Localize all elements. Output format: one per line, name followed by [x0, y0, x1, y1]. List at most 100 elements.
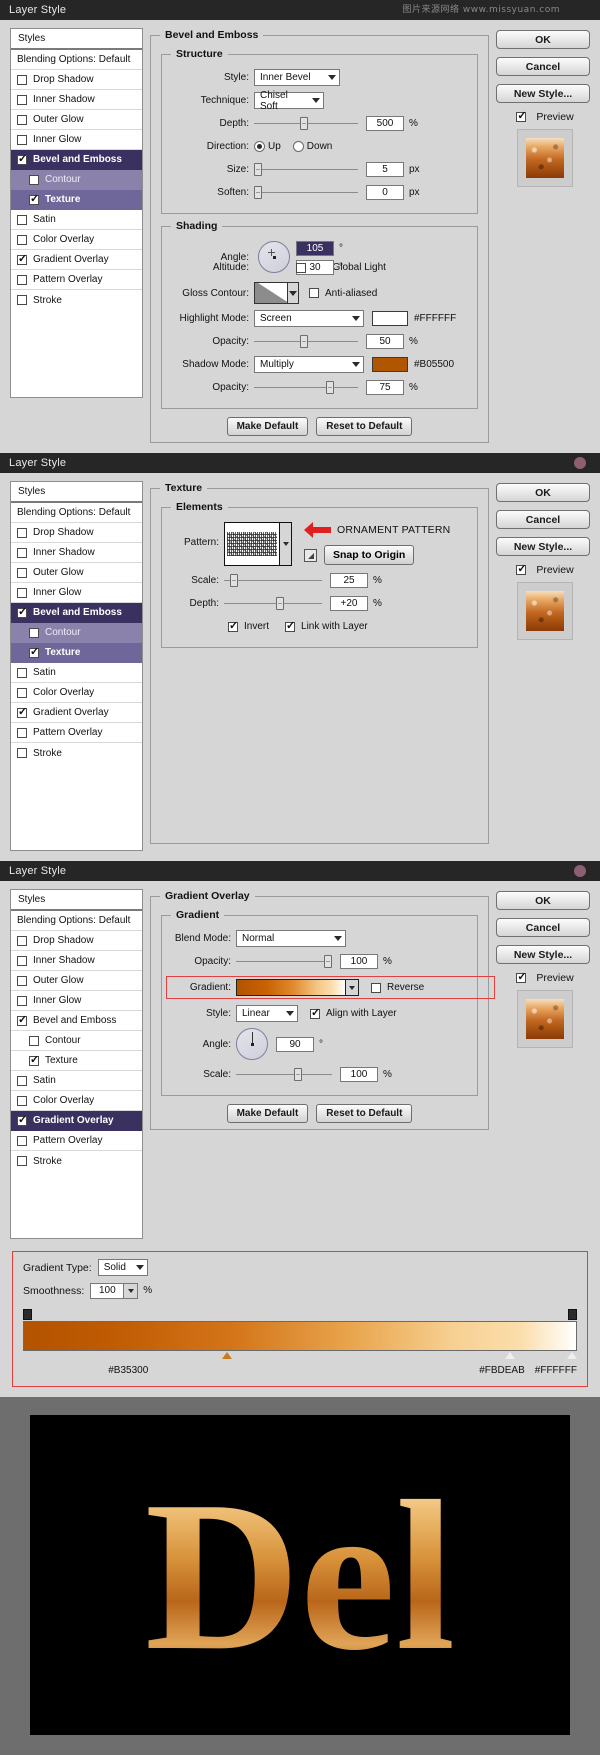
- checkbox-use-global-light[interactable]: [296, 263, 306, 273]
- sidebar-item-satin[interactable]: Satin: [11, 1071, 142, 1091]
- sidebar-item-inner-shadow[interactable]: Inner Shadow: [11, 543, 142, 563]
- checkbox-texture[interactable]: [29, 1056, 39, 1066]
- sidebar-item-bevel-and-emboss[interactable]: Bevel and Emboss: [11, 603, 142, 623]
- sidebar-item-contour[interactable]: Contour: [11, 170, 142, 190]
- color-stop-1[interactable]: [222, 1352, 232, 1359]
- pattern-dropdown[interactable]: [280, 522, 292, 566]
- sidebar-item-contour[interactable]: Contour: [11, 623, 142, 643]
- checkbox-pattern-overlay[interactable]: [17, 1136, 27, 1146]
- input-depth[interactable]: 500: [366, 116, 404, 131]
- input-soften[interactable]: 0: [366, 185, 404, 200]
- color-stop-2[interactable]: [505, 1352, 515, 1359]
- cancel-button[interactable]: Cancel: [496, 918, 590, 937]
- checkbox-preview[interactable]: [516, 565, 526, 575]
- sidebar-item-blending-options[interactable]: Blending Options: Default: [11, 503, 142, 523]
- checkbox-preview[interactable]: [516, 112, 526, 122]
- checkbox-pattern-overlay[interactable]: [17, 728, 27, 738]
- checkbox-stroke[interactable]: [17, 1156, 27, 1166]
- select-style[interactable]: Inner Bevel: [254, 69, 340, 86]
- sidebar-item-satin[interactable]: Satin: [11, 210, 142, 230]
- input-angle[interactable]: 105: [296, 241, 334, 256]
- gloss-contour-picker[interactable]: [254, 282, 299, 304]
- select-gradient-type[interactable]: Solid: [98, 1259, 148, 1276]
- slider-gradient-scale[interactable]: [236, 1067, 332, 1082]
- gradient-opacity-stops[interactable]: [23, 1309, 577, 1321]
- checkbox-inner-glow[interactable]: [17, 588, 27, 598]
- select-technique[interactable]: Chisel Soft: [254, 92, 324, 109]
- sidebar-item-inner-shadow[interactable]: Inner Shadow: [11, 90, 142, 110]
- select-highlight-mode[interactable]: Screen: [254, 310, 364, 327]
- checkbox-reverse[interactable]: [371, 983, 381, 993]
- checkbox-bevel-and-emboss[interactable]: [17, 155, 27, 165]
- sidebar-item-gradient-overlay[interactable]: Gradient Overlay: [11, 250, 142, 270]
- swatch-shadow-color[interactable]: [372, 357, 408, 372]
- checkbox-color-overlay[interactable]: [17, 235, 27, 245]
- checkbox-outer-glow[interactable]: [17, 568, 27, 578]
- sidebar-item-stroke[interactable]: Stroke: [11, 290, 142, 310]
- select-shadow-mode[interactable]: Multiply: [254, 356, 364, 373]
- slider-knob[interactable]: [324, 955, 332, 968]
- dialog-titlebar-2[interactable]: Layer Style: [0, 453, 600, 473]
- input-scale[interactable]: 25: [330, 573, 368, 588]
- sidebar-item-inner-glow[interactable]: Inner Glow: [11, 130, 142, 150]
- slider-soften[interactable]: [254, 185, 358, 200]
- sidebar-item-outer-glow[interactable]: Outer Glow: [11, 971, 142, 991]
- sidebar-item-drop-shadow[interactable]: Drop Shadow: [11, 931, 142, 951]
- gradient-dropdown[interactable]: [346, 979, 359, 996]
- opacity-stop-right[interactable]: [568, 1309, 577, 1320]
- slider-depth[interactable]: [224, 596, 322, 611]
- sidebar-item-bevel-and-emboss[interactable]: Bevel and Emboss: [11, 150, 142, 170]
- make-default-button[interactable]: Make Default: [227, 417, 309, 436]
- checkbox-stroke[interactable]: [17, 748, 27, 758]
- checkbox-color-overlay[interactable]: [17, 688, 27, 698]
- gradient-color-stops[interactable]: [23, 1351, 577, 1361]
- checkbox-link-with-layer[interactable]: [285, 622, 295, 632]
- slider-knob[interactable]: [326, 381, 334, 394]
- slider-knob[interactable]: [276, 597, 284, 610]
- checkbox-contour[interactable]: [29, 175, 39, 185]
- sidebar-item-texture[interactable]: Texture: [11, 1051, 142, 1071]
- checkbox-outer-glow[interactable]: [17, 115, 27, 125]
- sidebar-item-contour[interactable]: Contour: [11, 1031, 142, 1051]
- checkbox-satin[interactable]: [17, 1076, 27, 1086]
- new-style-button[interactable]: New Style...: [496, 945, 590, 964]
- sidebar-item-inner-glow[interactable]: Inner Glow: [11, 991, 142, 1011]
- smoothness-stepper[interactable]: [124, 1283, 138, 1299]
- checkbox-invert[interactable]: [228, 622, 238, 632]
- slider-knob[interactable]: [300, 335, 308, 348]
- sidebar-item-outer-glow[interactable]: Outer Glow: [11, 563, 142, 583]
- checkbox-satin[interactable]: [17, 668, 27, 678]
- checkbox-texture[interactable]: [29, 648, 39, 658]
- input-shadow-opacity[interactable]: 75: [366, 380, 404, 395]
- slider-shadow-opacity[interactable]: [254, 380, 358, 395]
- sidebar-item-gradient-overlay[interactable]: Gradient Overlay: [11, 1111, 142, 1131]
- checkbox-satin[interactable]: [17, 215, 27, 225]
- sidebar-item-drop-shadow[interactable]: Drop Shadow: [11, 70, 142, 90]
- sidebar-item-texture[interactable]: Texture: [11, 190, 142, 210]
- gradient-bar[interactable]: [23, 1321, 577, 1351]
- new-style-button[interactable]: New Style...: [496, 84, 590, 103]
- checkbox-color-overlay[interactable]: [17, 1096, 27, 1106]
- radio-direction-up[interactable]: [254, 141, 265, 152]
- checkbox-outer-glow[interactable]: [17, 976, 27, 986]
- input-highlight-opacity[interactable]: 50: [366, 334, 404, 349]
- checkbox-gradient-overlay[interactable]: [17, 255, 27, 265]
- reset-to-default-button[interactable]: Reset to Default: [316, 1104, 412, 1123]
- angle-dial[interactable]: [236, 1028, 268, 1060]
- checkbox-drop-shadow[interactable]: [17, 936, 27, 946]
- dialog-titlebar-1[interactable]: Layer Style 图片来源网络 www.missyuan.com: [0, 0, 600, 20]
- sidebar-item-gradient-overlay[interactable]: Gradient Overlay: [11, 703, 142, 723]
- input-smoothness[interactable]: 100: [90, 1283, 124, 1299]
- preview-toggle[interactable]: Preview: [496, 111, 594, 123]
- styles-list-3[interactable]: Styles Blending Options: Default Drop Sh…: [10, 889, 143, 1239]
- input-size[interactable]: 5: [366, 162, 404, 177]
- input-angle[interactable]: 90: [276, 1037, 314, 1052]
- slider-knob[interactable]: [294, 1068, 302, 1081]
- sidebar-item-pattern-overlay[interactable]: Pattern Overlay: [11, 723, 142, 743]
- cancel-button[interactable]: Cancel: [496, 57, 590, 76]
- radio-direction-down[interactable]: [293, 141, 304, 152]
- checkbox-inner-glow[interactable]: [17, 135, 27, 145]
- sidebar-item-color-overlay[interactable]: Color Overlay: [11, 230, 142, 250]
- opacity-stop-left[interactable]: [23, 1309, 32, 1320]
- slider-scale[interactable]: [224, 573, 322, 588]
